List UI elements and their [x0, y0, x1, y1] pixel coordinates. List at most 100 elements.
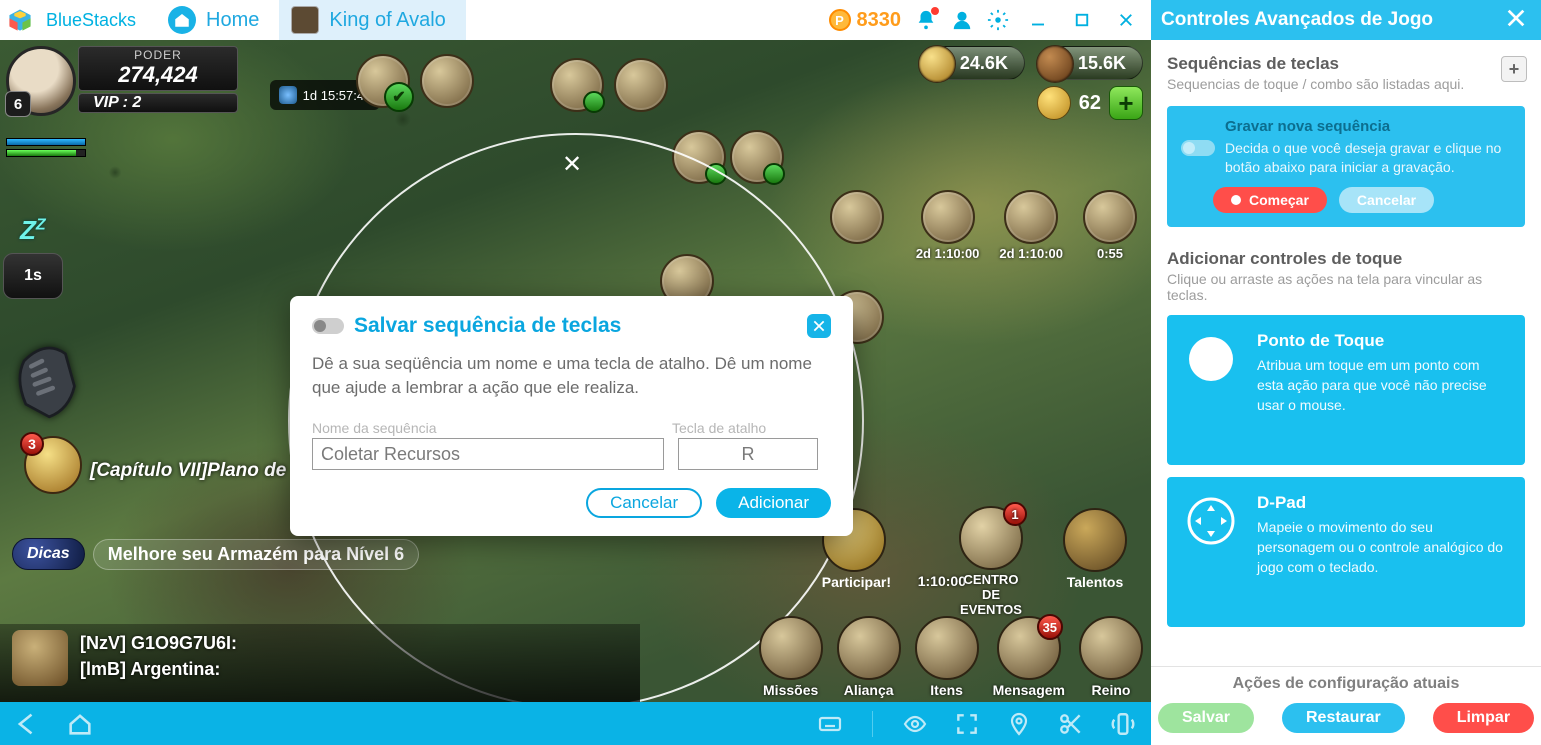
- recording-close-icon[interactable]: ✕: [562, 150, 582, 179]
- android-back-icon[interactable]: [12, 708, 44, 740]
- location-icon[interactable]: [1003, 708, 1035, 740]
- add-sequence-button[interactable]: +: [1501, 56, 1527, 82]
- chat-line-2: [lmB] Argentina:: [80, 656, 237, 682]
- edict-timers: 2d 1:10:00 2d 1:10:00 0:55: [916, 190, 1137, 261]
- brand-label: BlueStacks: [46, 10, 136, 31]
- record-start-button[interactable]: Começar: [1213, 187, 1327, 213]
- coin-balance[interactable]: P 8330: [829, 9, 902, 32]
- edict-circle-1[interactable]: [921, 190, 975, 244]
- trophy-badge: 3: [20, 432, 44, 456]
- modal-close-button[interactable]: [807, 314, 831, 338]
- record-card-title: Gravar nova sequência: [1225, 118, 1511, 135]
- footer-restore-button[interactable]: Restaurar: [1282, 703, 1405, 733]
- player-avatar[interactable]: 6: [6, 46, 76, 116]
- window-maximize-button[interactable]: [1067, 5, 1097, 35]
- coin-icon: P: [829, 9, 851, 31]
- hint-text: Melhore seu Armazém para Nível 6: [93, 539, 419, 570]
- event-icon-2[interactable]: [614, 58, 668, 112]
- timer-circle-icon[interactable]: [420, 54, 474, 108]
- footer-clear-button[interactable]: Limpar: [1433, 703, 1534, 733]
- chapter-label[interactable]: [Capítulo VII]Plano de: [90, 460, 286, 482]
- touch-point-card[interactable]: Ponto de Toque Atribua um toque em um po…: [1167, 315, 1525, 465]
- modal-toggle-icon: [312, 318, 344, 334]
- edict-t3: 0:55: [1097, 246, 1123, 261]
- centro-eventos[interactable]: 1 CENTRO DE EVENTOS: [931, 506, 1051, 617]
- record-toggle[interactable]: [1181, 140, 1215, 156]
- tab-home-label: Home: [206, 9, 259, 32]
- event-icon-6[interactable]: [830, 290, 884, 344]
- dock-alianca[interactable]: Aliança: [837, 616, 901, 698]
- advanced-controls-panel: Controles Avançados de Jogo Sequências d…: [1151, 0, 1541, 745]
- record-cancel-button[interactable]: Cancelar: [1339, 187, 1434, 213]
- bottom-dock: Missões Aliança Itens 35Mensagem Reino: [759, 616, 1143, 698]
- event-icon-3[interactable]: [672, 130, 726, 184]
- footer-save-button[interactable]: Salvar: [1158, 703, 1254, 733]
- label-shortcut-key: Tecla de atalho: [672, 420, 766, 436]
- modal-add-button[interactable]: Adicionar: [716, 488, 831, 518]
- resource-row: 24.6K 15.6K: [907, 46, 1143, 80]
- touch-controls-title: Adicionar controles de toque: [1167, 249, 1525, 269]
- android-home-icon[interactable]: [64, 708, 96, 740]
- tab-active-game[interactable]: King of Avalo: [279, 0, 465, 40]
- event-icon-5[interactable]: [660, 254, 714, 308]
- sequences-title: Sequências de teclas: [1167, 54, 1525, 74]
- account-icon[interactable]: [951, 9, 973, 31]
- tab-home[interactable]: Home: [156, 0, 279, 40]
- skill-cooldown-badge[interactable]: 1s: [3, 253, 63, 299]
- dpad-card[interactable]: D-Pad Mapeie o movimento do seu personag…: [1167, 477, 1525, 627]
- notifications-icon[interactable]: [915, 9, 937, 31]
- scissors-icon[interactable]: [1055, 708, 1087, 740]
- coin-amount: 8330: [857, 9, 902, 32]
- resource-food[interactable]: 24.6K: [919, 46, 1025, 80]
- centro-badge: 1: [1003, 502, 1027, 526]
- add-gold-button[interactable]: +: [1109, 86, 1143, 120]
- dock-reino[interactable]: Reino: [1079, 616, 1143, 698]
- keyboard-toggle-icon[interactable]: [814, 708, 846, 740]
- shortcut-key-input[interactable]: [678, 438, 818, 470]
- modal-cancel-button[interactable]: Cancelar: [586, 488, 702, 518]
- event-icon-1[interactable]: [550, 58, 604, 112]
- game-viewport[interactable]: 6 PODER 274,424 VIP : 2 1d 15:57:49 24.6…: [0, 40, 1151, 702]
- dock-missoes[interactable]: Missões: [759, 616, 823, 698]
- fullscreen-icon[interactable]: [951, 708, 983, 740]
- sequence-name-input[interactable]: [312, 438, 664, 470]
- chapter-trophy-icon[interactable]: 3: [24, 436, 82, 494]
- shield-timer[interactable]: 1d 15:57:49: [270, 80, 380, 110]
- touch-point-title: Ponto de Toque: [1257, 331, 1509, 351]
- talentos-label: Talentos: [1067, 574, 1124, 590]
- itens-icon: [915, 616, 979, 680]
- dock-itens[interactable]: Itens: [915, 616, 979, 698]
- dock-mensagem[interactable]: 35Mensagem: [993, 616, 1065, 698]
- window-close-button[interactable]: [1111, 5, 1141, 35]
- edict-circle-2[interactable]: [1004, 190, 1058, 244]
- sleep-z-icon: ZZ: [20, 215, 46, 246]
- chat-strip[interactable]: [NzV] G1O9G7U6I: [lmB] Argentina:: [0, 624, 640, 702]
- gauntlet-icon[interactable]: [6, 334, 96, 424]
- hint-bar[interactable]: Dicas Melhore seu Armazém para Nível 6: [12, 538, 419, 570]
- touch-point-icon: [1183, 331, 1239, 387]
- talentos-button[interactable]: Talentos: [1063, 508, 1127, 590]
- power-box[interactable]: PODER 274,424: [78, 46, 238, 91]
- food-amount: 24.6K: [960, 53, 1008, 74]
- quest-chest-icon[interactable]: [356, 54, 410, 108]
- edict-circle-3[interactable]: [1083, 190, 1137, 244]
- touch-controls-sub: Clique ou arraste as ações na tela para …: [1167, 271, 1525, 303]
- modal-title: Salvar sequência de teclas: [354, 314, 621, 338]
- participar-button[interactable]: Participar!: [822, 508, 891, 590]
- shake-icon[interactable]: [1107, 708, 1139, 740]
- settings-icon[interactable]: [987, 9, 1009, 31]
- event-icon-4[interactable]: [730, 130, 784, 184]
- record-card-desc: Decida o que você deseja gravar e clique…: [1225, 139, 1511, 177]
- hint-pill: Dicas: [12, 538, 85, 570]
- edict-icon-1[interactable]: [830, 190, 884, 244]
- panel-close-button[interactable]: [1505, 7, 1531, 33]
- resource-wood[interactable]: 15.6K: [1037, 46, 1143, 80]
- emulator-topbar: BlueStacks Home King of Avalo P 8330: [0, 0, 1151, 40]
- gold-row: 62 +: [1037, 86, 1143, 120]
- window-minimize-button[interactable]: [1023, 5, 1053, 35]
- vip-box[interactable]: VIP : 2: [78, 93, 238, 113]
- participar-icon: [822, 508, 886, 572]
- visibility-icon[interactable]: [899, 708, 931, 740]
- reino-icon: [1079, 616, 1143, 680]
- record-sequence-card: Gravar nova sequência Decida o que você …: [1167, 106, 1525, 227]
